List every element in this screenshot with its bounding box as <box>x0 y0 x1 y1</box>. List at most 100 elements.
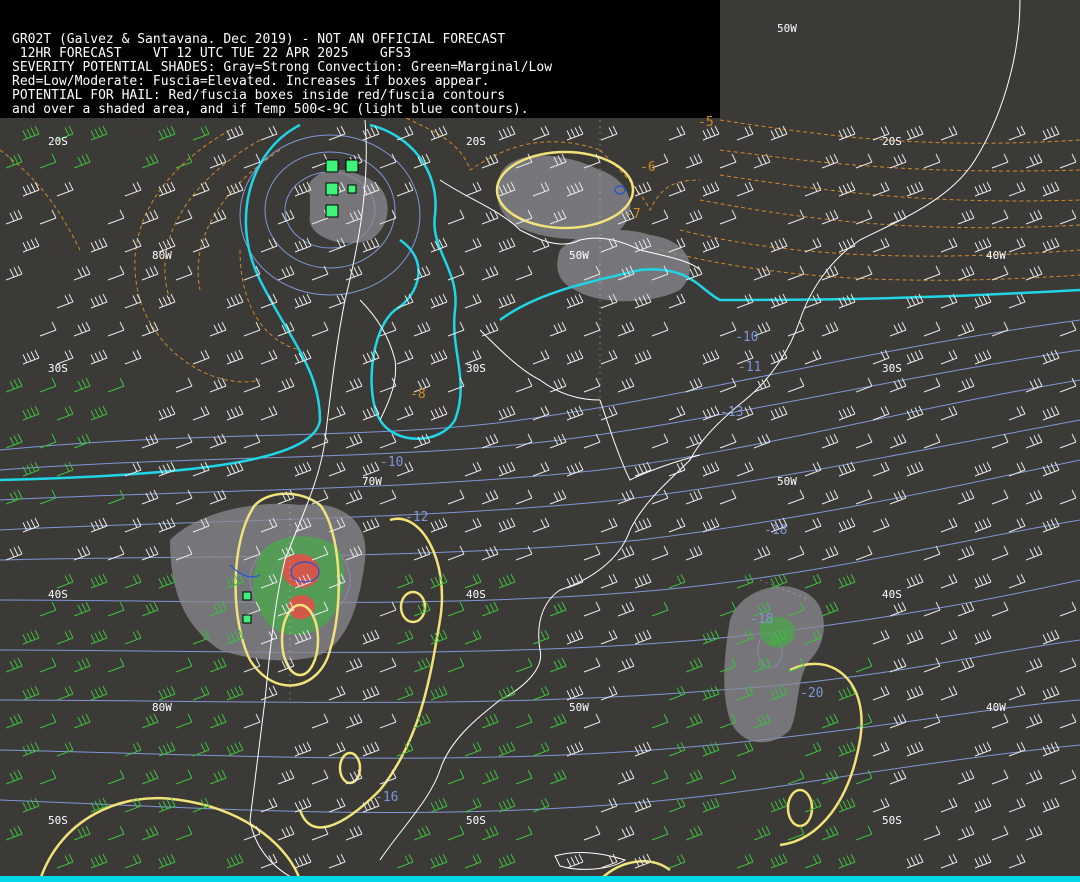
wind-barb <box>464 517 482 533</box>
wind-barb <box>447 489 465 505</box>
wind-barb <box>430 517 448 533</box>
wind-barb <box>940 629 958 645</box>
wind-barb <box>1042 797 1060 813</box>
wind-barb <box>362 461 380 477</box>
wind-barb <box>175 825 193 841</box>
wind-barb <box>838 797 856 813</box>
temp-label: -10 <box>380 455 404 470</box>
wind-barb <box>1008 741 1026 757</box>
wind-barb <box>345 265 363 281</box>
wind-barb <box>906 181 924 197</box>
wind-barb <box>379 489 397 505</box>
wind-barb <box>430 573 448 589</box>
wind-barb <box>940 237 958 253</box>
wind-barb <box>1059 769 1077 785</box>
wind-barb <box>821 433 839 449</box>
wind-barb <box>685 489 703 505</box>
wind-barb <box>56 461 74 477</box>
wind-barb <box>5 545 23 561</box>
wind-barb <box>396 405 414 421</box>
wind-barb <box>90 293 108 309</box>
wind-barb <box>1008 573 1026 589</box>
wind-barb <box>1025 657 1043 673</box>
wind-barb <box>549 769 567 785</box>
wind-barb <box>889 769 907 785</box>
wind-barb <box>328 741 346 757</box>
wind-barb <box>328 461 346 477</box>
wind-barb <box>889 321 907 337</box>
wind-barb <box>515 657 533 673</box>
wind-barb <box>379 601 397 617</box>
wind-barb <box>345 377 363 393</box>
wind-barb <box>209 769 227 785</box>
wind-barb <box>1008 125 1026 141</box>
wind-barb <box>974 517 992 533</box>
wind-barb <box>39 713 57 729</box>
wind-barb <box>889 433 907 449</box>
wind-barb <box>158 461 176 477</box>
wind-barb <box>158 125 176 141</box>
wind-barb <box>855 489 873 505</box>
wind-barb <box>974 797 992 813</box>
wind-barb <box>345 713 363 729</box>
wind-barb <box>515 825 533 841</box>
wind-barb <box>736 461 754 477</box>
wind-barb <box>430 349 448 365</box>
header-hail-condition-line: and over a shaded area, and if Temp 500<… <box>12 102 529 117</box>
wind-barb <box>56 853 74 869</box>
wind-barb <box>175 265 193 281</box>
temp-label: -20 <box>800 686 824 701</box>
wind-barb <box>940 685 958 701</box>
wind-barb <box>872 629 890 645</box>
wind-barb <box>991 153 1009 169</box>
wind-barb <box>498 237 516 253</box>
lat-label: 30S <box>882 362 902 375</box>
wind-barb <box>141 825 159 841</box>
wind-barb <box>838 125 856 141</box>
wind-barb <box>600 349 618 365</box>
lon-label: 80W <box>152 249 172 262</box>
wind-barb <box>1042 461 1060 477</box>
wind-barb <box>1025 433 1043 449</box>
lat-label: 20S <box>882 135 902 148</box>
wind-barb <box>668 517 686 533</box>
wind-barb <box>787 321 805 337</box>
wind-barb <box>702 797 720 813</box>
wind-barb <box>957 545 975 561</box>
wind-barb <box>923 265 941 281</box>
wind-barb <box>821 209 839 225</box>
lon-label: 50W <box>569 701 589 714</box>
wind-barb <box>753 265 771 281</box>
wind-barb <box>56 741 74 757</box>
wind-barb <box>226 741 244 757</box>
wind-barb <box>498 517 516 533</box>
wind-barb <box>294 237 312 253</box>
wind-barb <box>311 321 329 337</box>
wind-barb <box>991 825 1009 841</box>
wind-barb <box>736 853 754 869</box>
wind-barb <box>124 181 142 197</box>
wind-barb <box>5 209 23 225</box>
wind-barb <box>515 433 533 449</box>
wind-barb <box>719 769 737 785</box>
wind-barb <box>464 461 482 477</box>
wind-barb <box>940 125 958 141</box>
wind-barb <box>73 265 91 281</box>
lat-label: 50S <box>466 814 486 827</box>
wind-barb <box>22 461 40 477</box>
wind-barb <box>413 825 431 841</box>
wind-barb <box>192 685 210 701</box>
wind-barb <box>141 433 159 449</box>
wind-barb <box>90 517 108 533</box>
wind-barb <box>22 517 40 533</box>
wind-barb <box>158 293 176 309</box>
wind-barb <box>855 545 873 561</box>
wind-barb <box>158 685 176 701</box>
forecast-map: GR02T (Galvez & Santavana. Dec 2019) - N… <box>0 0 1080 882</box>
wind-barb <box>328 853 346 869</box>
wind-barb <box>124 293 142 309</box>
wind-barb <box>685 825 703 841</box>
wind-barb <box>107 601 125 617</box>
bottom-cyan-bar <box>0 876 1080 882</box>
wind-barb <box>277 825 295 841</box>
